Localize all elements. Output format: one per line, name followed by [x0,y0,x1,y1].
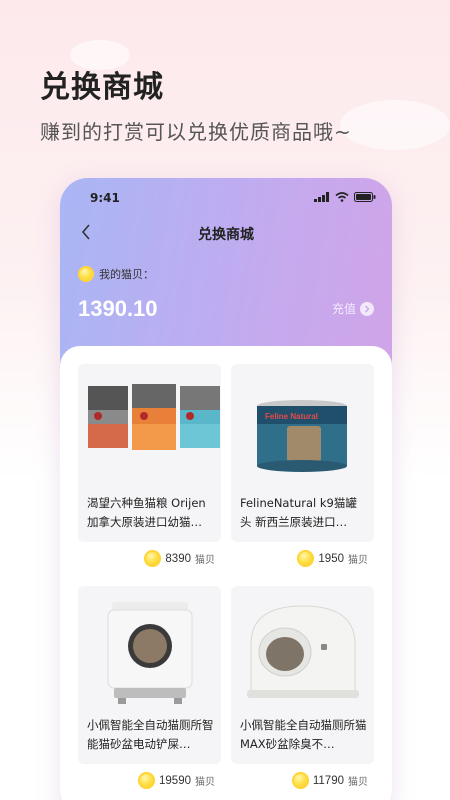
price-unit: 猫贝 [348,777,368,788]
phone-mockup: 9:41 兑换商城 我的猫贝： 1390.10 充值 渴望六种鱼猫粮 Orije… [60,178,392,800]
product-card[interactable]: 小佩智能全自动猫厕所智能猫砂盆电动铲屎… 19590 猫贝 [78,586,221,789]
product-price: 19590 [159,774,191,787]
product-grid: 渴望六种鱼猫粮 Orijen加拿大原装进口幼猫… 8390 猫贝 Feline … [60,346,392,800]
product-card[interactable]: 渴望六种鱼猫粮 Orijen加拿大原装进口幼猫… 8390 猫贝 [78,364,221,567]
coin-icon [297,550,315,567]
signal-icon [314,192,329,202]
price-unit: 猫贝 [348,555,368,566]
page-title: 兑换商城 [198,227,254,243]
balance-label-row: 我的猫贝： [78,266,154,282]
product-card-body: Feline Natural FelineNatural k9猫罐头 新西兰原装… [231,364,374,542]
can-brand-label: Feline Natural [265,412,318,421]
balance-label: 我的猫贝： [99,268,154,281]
coin-icon [144,550,162,567]
price-row: 8390 猫贝 [78,550,221,567]
wifi-icon [335,192,349,202]
price-row: 11790 猫贝 [231,772,374,789]
status-icons [314,192,376,202]
price-unit: 猫贝 [195,555,215,566]
arrow-right-icon [360,301,374,316]
coin-icon [138,772,156,789]
product-card-body: 小佩智能全自动猫厕所猫MAX砂盆除臭不… [231,586,374,764]
litter-box-dome-image [247,605,359,698]
battery-icon [354,192,376,202]
product-title: 渴望六种鱼猫粮 Orijen加拿大原装进口幼猫… [87,496,206,529]
cat-food-can-image: Feline Natural [257,400,347,472]
recharge-label: 充值 [331,302,356,316]
background-cloud [340,100,450,150]
price-unit: 猫贝 [195,777,215,788]
recharge-button[interactable]: 充值 [332,300,374,317]
product-title: FelineNatural k9猫罐头 新西兰原装进口… [240,496,357,529]
product-card[interactable]: 小佩智能全自动猫厕所猫MAX砂盆除臭不… 11790 猫贝 [231,586,374,789]
nav-bar: 兑换商城 [60,218,392,248]
coin-icon [291,772,309,789]
product-title: 小佩智能全自动猫厕所智能猫砂盆电动铲屎… [87,718,214,751]
status-bar: 9:41 [60,178,392,218]
product-price: 11790 [312,774,344,787]
product-title: 小佩智能全自动猫厕所猫MAX砂盆除臭不… [240,718,367,751]
price-row: 1950 猫贝 [231,550,374,567]
product-card-body: 小佩智能全自动猫厕所智能猫砂盆电动铲屎… [78,586,221,764]
product-card-body: 渴望六种鱼猫粮 Orijen加拿大原装进口幼猫… [78,364,221,542]
product-price: 1950 [318,552,344,565]
product-price: 8390 [165,552,191,565]
promo-title: 兑换商城 [40,70,164,105]
cat-food-bags-image [88,384,220,450]
promo-subtitle: 赚到的打赏可以兑换优质商品哦~ [40,120,352,144]
status-time: 9:41 [90,191,120,205]
product-card[interactable]: Feline Natural FelineNatural k9猫罐头 新西兰原装… [231,364,374,567]
price-row: 19590 猫贝 [78,772,221,789]
balance-value: 1390.10 [78,296,158,321]
litter-box-square-image [107,602,193,704]
coin-icon [78,266,94,282]
